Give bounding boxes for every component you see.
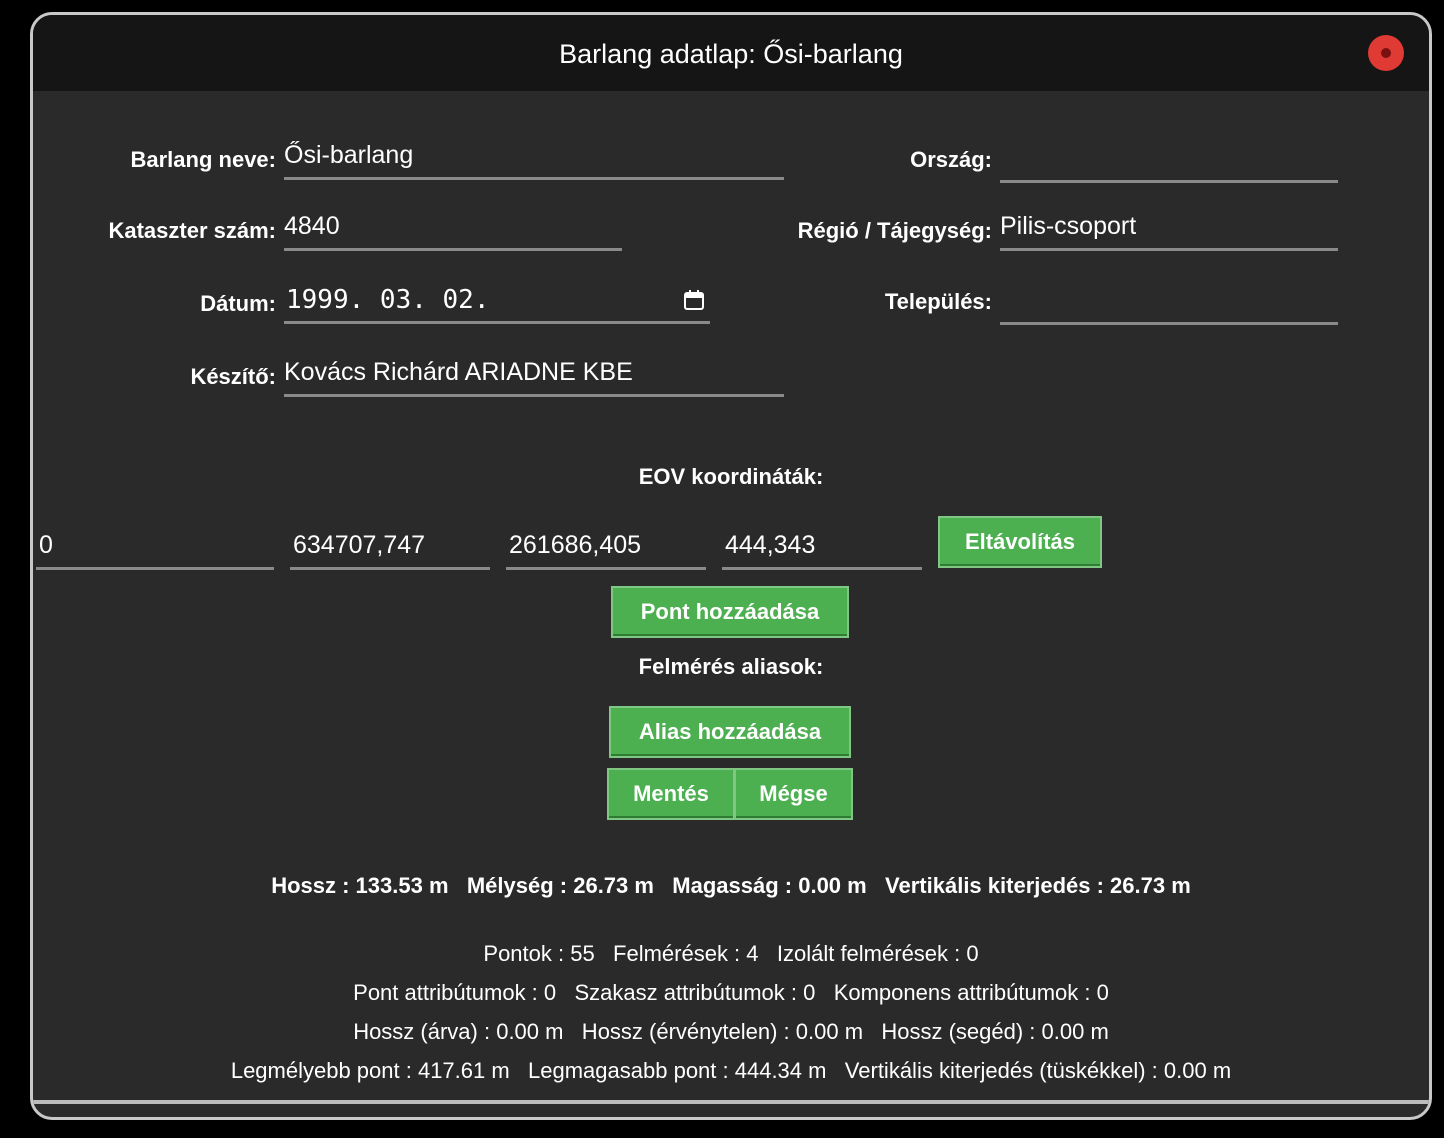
add-point-button[interactable]: Pont hozzáadása <box>611 586 849 638</box>
bottom-divider <box>33 1100 1429 1104</box>
author-input[interactable]: Kovács Richárd ARIADNE KBE <box>284 358 784 397</box>
settlement-input[interactable] <box>1000 286 1338 325</box>
region-input[interactable]: Pilis-csoport <box>1000 212 1338 251</box>
country-input[interactable] <box>1000 144 1338 183</box>
eov-y-input[interactable]: 261686,405 <box>506 531 706 570</box>
dialog-title: Barlang adatlap: Ősi-barlang <box>559 39 903 69</box>
cave-data-dialog: Barlang adatlap: Ősi-barlang Barlang nev… <box>30 12 1432 1120</box>
add-alias-button[interactable]: Alias hozzáadása <box>609 706 851 758</box>
date-label: Dátum: <box>200 291 276 316</box>
cancel-button[interactable]: Mégse <box>734 768 853 820</box>
settlement-label: Település: <box>884 289 992 314</box>
author-label: Készítő: <box>190 364 276 389</box>
aliases-title: Felmérés aliasok: <box>638 654 824 679</box>
stats-extremes: Legmélyebb pont : 417.61 m Legmagasabb p… <box>230 1058 1232 1083</box>
close-dot <box>1381 48 1391 58</box>
date-input[interactable]: 1999. 03. 02. <box>284 285 710 324</box>
eov-point-name-input[interactable]: 0 <box>36 531 274 570</box>
cave-name-input[interactable]: Ősi-barlang <box>284 141 784 180</box>
region-label: Régió / Tájegység: <box>797 218 992 243</box>
stats-attributes: Pont attribútumok : 0 Szakasz attribútum… <box>353 980 1109 1005</box>
eov-x-input[interactable]: 634707,747 <box>290 531 490 570</box>
calendar-icon[interactable] <box>684 290 704 310</box>
eov-z-input[interactable]: 444,343 <box>722 531 922 570</box>
stats-lengths: Hossz (árva) : 0.00 m Hossz (érvénytelen… <box>353 1019 1109 1044</box>
title-bar: Barlang adatlap: Ősi-barlang <box>33 15 1429 91</box>
cave-name-label: Barlang neve: <box>130 147 277 172</box>
save-button[interactable]: Mentés <box>607 768 735 820</box>
remove-point-button[interactable]: Eltávolítás <box>938 516 1102 568</box>
stats-summary: Hossz : 133.53 m Mélység : 26.73 m Magas… <box>271 873 1191 898</box>
cadastre-number-input[interactable]: 4840 <box>284 212 622 251</box>
close-icon[interactable] <box>1368 35 1404 71</box>
country-label: Ország: <box>910 147 992 172</box>
stats-counts: Pontok : 55 Felmérések : 4 Izolált felmé… <box>483 941 979 966</box>
eov-title: EOV koordináták: <box>638 464 824 489</box>
cadastre-number-label: Kataszter szám: <box>108 218 276 243</box>
